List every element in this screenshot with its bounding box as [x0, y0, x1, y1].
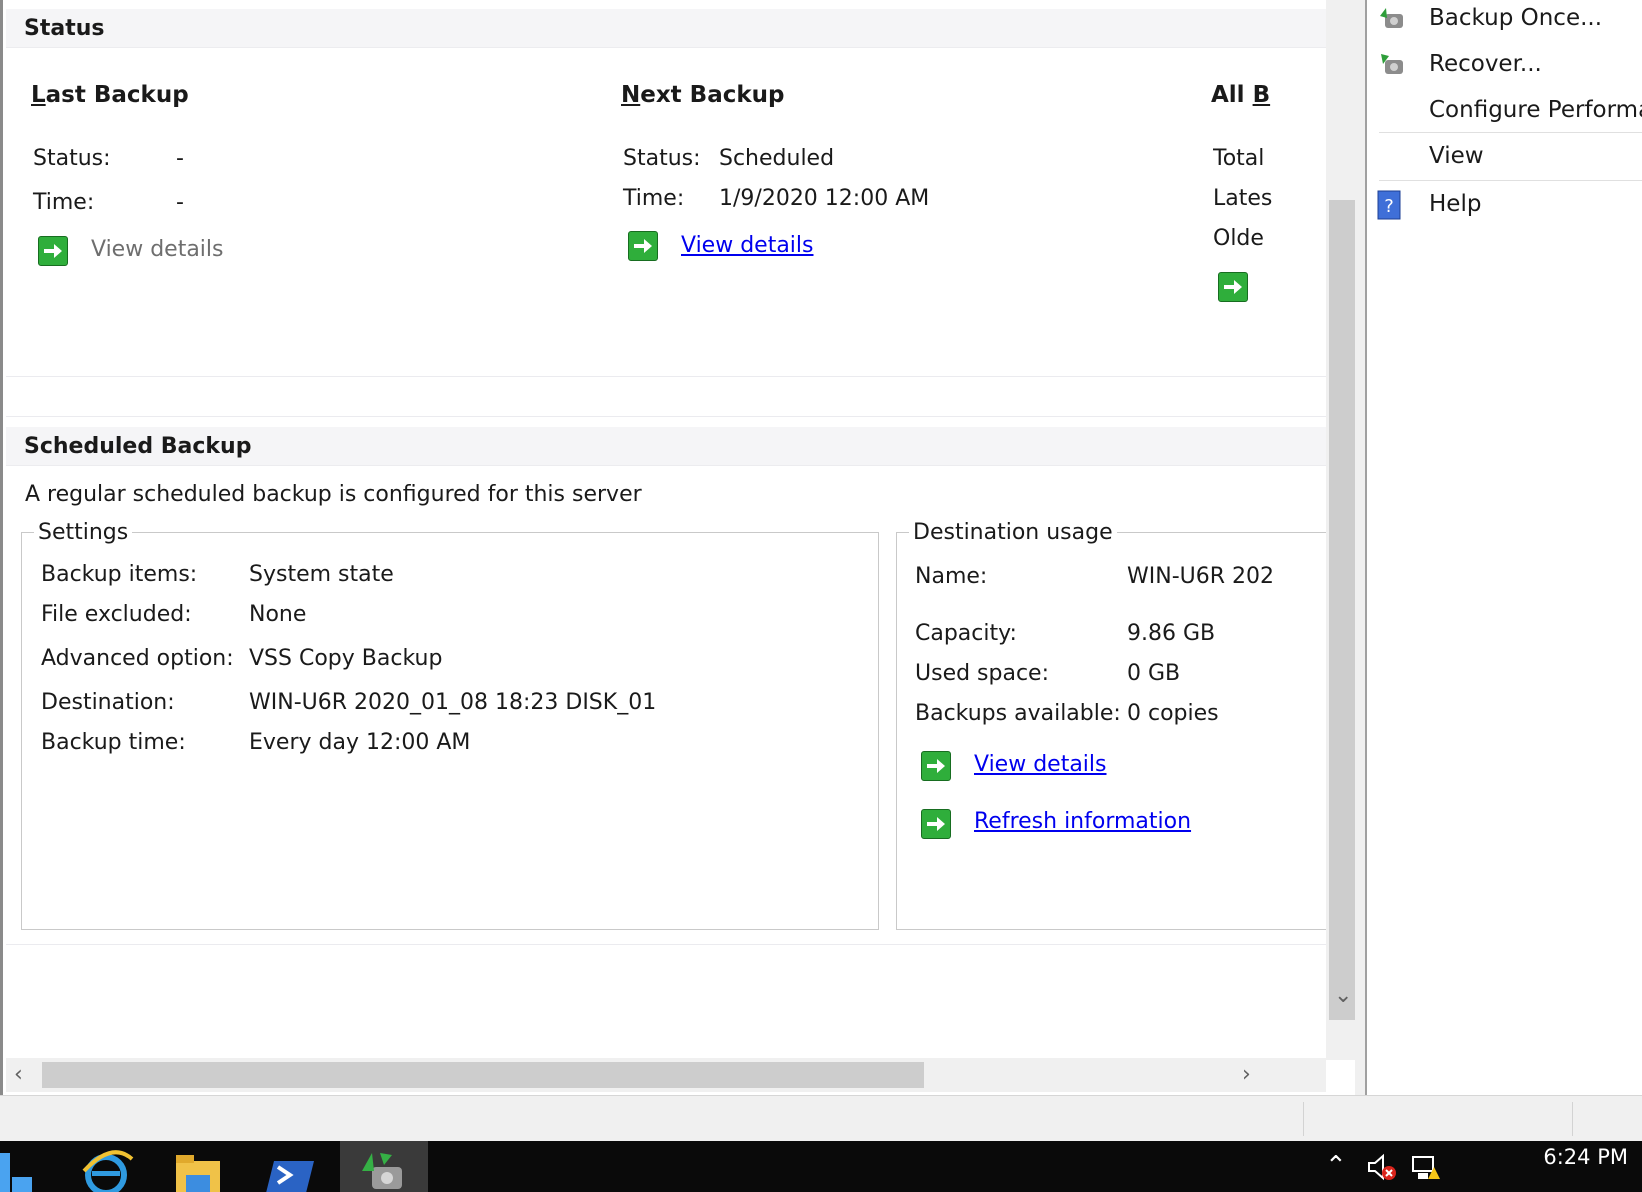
last-backup-status-label: Status: — [33, 146, 111, 171]
go-arrow-icon[interactable] — [921, 809, 951, 839]
next-backup-time-label: Time: — [623, 186, 685, 211]
vertical-scrollbar-thumb[interactable] — [1329, 200, 1355, 1020]
destination-used-label: Used space: — [915, 661, 1050, 686]
scroll-right-arrow-icon[interactable]: › — [1242, 1064, 1251, 1086]
next-backup-status-label: Status: — [623, 146, 701, 171]
help-icon: ? — [1377, 190, 1407, 220]
main-content-pane: Status Last Backup Status: - Time: - Vie… — [0, 0, 1355, 1095]
last-backup-status-value: - — [176, 146, 184, 171]
show-hidden-icons-chevron-icon[interactable]: ⌃ — [1325, 1151, 1347, 1181]
horizontal-scrollbar-thumb[interactable] — [42, 1062, 924, 1088]
last-backup-title: Last Backup — [31, 82, 189, 108]
all-backups-latest-label: Lates — [1213, 186, 1273, 211]
all-backups-title: All B — [1211, 82, 1271, 108]
settings-row-label: Backup items: — [41, 562, 198, 587]
settings-row-value: VSS Copy Backup — [249, 646, 443, 671]
all-backups-oldest-label: Olde — [1213, 226, 1264, 251]
section-divider — [6, 376, 1326, 377]
last-backup-time-label: Time: — [33, 190, 95, 215]
destination-used-value: 0 GB — [1127, 661, 1181, 686]
start-icon — [0, 1153, 32, 1192]
section-divider — [6, 416, 1326, 417]
start-button[interactable] — [0, 1141, 40, 1192]
network-icon[interactable] — [1410, 1153, 1444, 1189]
status-bar — [0, 1095, 1642, 1141]
powershell-button[interactable] — [254, 1141, 328, 1192]
go-arrow-icon — [38, 236, 68, 266]
file-explorer-icon — [176, 1155, 220, 1192]
section-divider — [6, 944, 1326, 945]
next-backup-view-details-link[interactable]: View details — [681, 233, 814, 258]
recover-icon — [1377, 50, 1407, 80]
settings-row-label: File excluded: — [41, 602, 192, 627]
settings-row-value: WIN-U6R 2020_01_08 18:23 DISK_01 — [249, 690, 657, 715]
clock-time: 6:24 PM — [1543, 1145, 1628, 1169]
action-configure-performance[interactable]: Configure Performa — [1367, 88, 1642, 132]
settings-row-value: None — [249, 602, 307, 627]
settings-row-label: Advanced option: — [41, 646, 234, 671]
internet-explorer-button[interactable] — [72, 1141, 146, 1192]
status-section-title: Status — [24, 16, 105, 41]
settings-legend: Settings — [38, 520, 129, 545]
all-backups-total-label: Total — [1213, 146, 1265, 171]
actions-pane: Backup Once... Recover... Configure Perf… — [1365, 0, 1642, 1095]
backup-once-icon — [1377, 4, 1407, 34]
scheduled-backup-summary: A regular scheduled backup is configured… — [25, 482, 642, 507]
taskbar-clock[interactable]: 6:24 PM — [1543, 1145, 1628, 1169]
last-backup-view-details-link: View details — [91, 237, 224, 262]
go-arrow-icon[interactable] — [1218, 272, 1248, 302]
file-explorer-button[interactable] — [160, 1141, 234, 1192]
status-bar-cell — [1303, 1102, 1304, 1136]
destination-usage-legend: Destination usage — [913, 520, 1113, 545]
destination-view-details-link[interactable]: View details — [974, 752, 1107, 777]
vertical-scrollbar[interactable]: ⌄ — [1326, 0, 1355, 1060]
svg-text:?: ? — [1384, 196, 1394, 217]
status-section-header: Status — [6, 8, 1326, 48]
destination-available-label: Backups available: — [915, 701, 1121, 726]
powershell-icon — [266, 1161, 314, 1192]
destination-name-label: Name: — [915, 564, 988, 589]
windows-server-backup-button[interactable] — [340, 1141, 428, 1192]
next-backup-title: Next Backup — [621, 82, 785, 108]
scheduled-backup-title: Scheduled Backup — [24, 434, 252, 459]
next-backup-status-value: Scheduled — [719, 146, 835, 171]
internet-explorer-icon — [82, 1150, 134, 1192]
go-arrow-icon[interactable] — [628, 231, 658, 261]
scroll-left-arrow-icon[interactable]: ‹ — [14, 1064, 23, 1086]
windows-server-backup-icon — [362, 1153, 402, 1189]
action-recover[interactable]: Recover... — [1367, 42, 1642, 86]
action-view[interactable]: View — [1367, 134, 1642, 178]
scheduled-backup-section-header: Scheduled Backup — [6, 426, 1326, 466]
settings-row-value: System state — [249, 562, 394, 587]
taskbar: ⌃ 6:24 PM — [0, 1141, 1642, 1192]
scroll-down-arrow-icon[interactable]: ⌄ — [1334, 985, 1352, 1007]
actions-separator — [1379, 180, 1642, 181]
pane-splitter[interactable] — [1355, 0, 1365, 1095]
destination-capacity-label: Capacity: — [915, 621, 1017, 646]
destination-capacity-value: 9.86 GB — [1127, 621, 1216, 646]
next-backup-time-value: 1/9/2020 12:00 AM — [719, 186, 930, 211]
settings-row-label: Backup time: — [41, 730, 186, 755]
action-help[interactable]: ? Help — [1367, 182, 1642, 226]
settings-row-label: Destination: — [41, 690, 175, 715]
settings-row-value: Every day 12:00 AM — [249, 730, 471, 755]
last-backup-time-value: - — [176, 190, 184, 215]
refresh-information-link[interactable]: Refresh information — [974, 809, 1191, 834]
volume-muted-icon[interactable] — [1365, 1151, 1399, 1189]
destination-name-value: WIN-U6R 202 — [1127, 564, 1275, 589]
action-backup-once[interactable]: Backup Once... — [1367, 0, 1642, 40]
go-arrow-icon[interactable] — [921, 751, 951, 781]
destination-available-value: 0 copies — [1127, 701, 1219, 726]
horizontal-scrollbar[interactable]: ‹ › — [6, 1058, 1326, 1092]
actions-separator — [1379, 132, 1642, 133]
status-bar-cell — [1572, 1102, 1573, 1136]
